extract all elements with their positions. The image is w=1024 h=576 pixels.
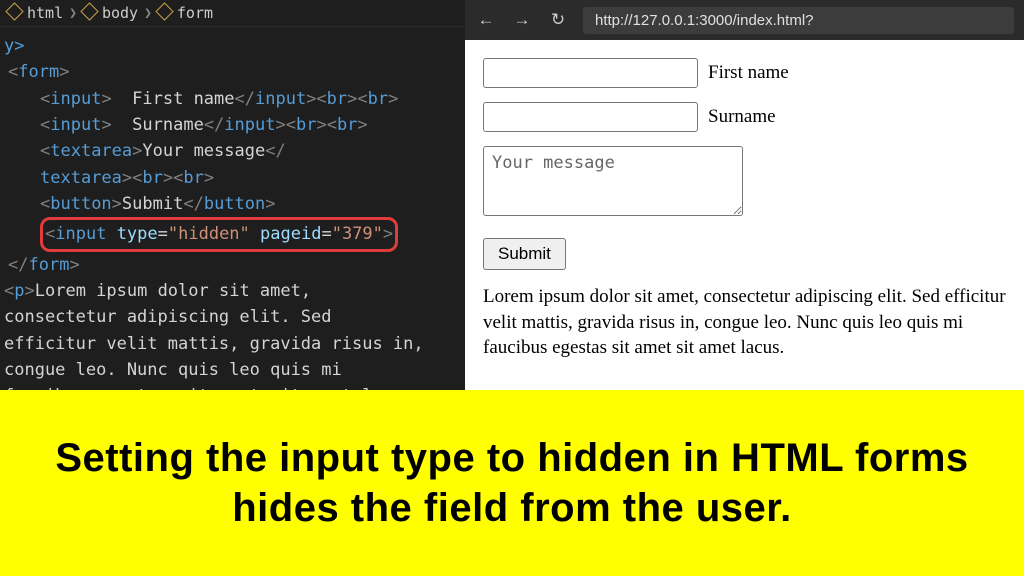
- surname-label: Surname: [708, 106, 776, 128]
- cube-icon: [83, 4, 98, 22]
- submit-button[interactable]: Submit: [483, 238, 566, 270]
- form-row-firstname: First name: [483, 58, 1006, 88]
- cube-icon: [158, 4, 173, 22]
- code-fragment: y>: [4, 36, 24, 56]
- highlighted-line: <input type="hidden" pageid="379">: [4, 217, 461, 251]
- message-textarea[interactable]: [483, 146, 743, 216]
- refresh-icon[interactable]: ↻: [547, 10, 569, 30]
- lorem-paragraph: Lorem ipsum dolor sit amet, consectetur …: [483, 284, 1006, 361]
- forward-icon[interactable]: →: [511, 10, 533, 30]
- caption-banner: Setting the input type to hidden in HTML…: [0, 390, 1024, 576]
- browser-pane: ← → ↻ http://127.0.0.1:3000/index.html? …: [465, 0, 1024, 390]
- surname-input[interactable]: [483, 102, 698, 132]
- caption-text: Setting the input type to hidden in HTML…: [40, 433, 984, 533]
- chevron-right-icon: ❯: [69, 6, 77, 21]
- breadcrumb: html ❯ body ❯ form: [0, 0, 465, 27]
- cube-icon: [8, 4, 23, 22]
- top-split: html ❯ body ❯ form y> <form> <input> Fir…: [0, 0, 1024, 390]
- breadcrumb-item-body[interactable]: body: [83, 4, 138, 22]
- code-area[interactable]: y> <form> <input> First name</input><br>…: [0, 27, 465, 390]
- breadcrumb-item-form[interactable]: form: [158, 4, 213, 22]
- code-editor-pane: html ❯ body ❯ form y> <form> <input> Fir…: [0, 0, 465, 390]
- breadcrumb-item-html[interactable]: html: [8, 4, 63, 22]
- rendered-page: First name Surname Submit Lorem ipsum do…: [465, 40, 1024, 379]
- form-row-surname: Surname: [483, 102, 1006, 132]
- firstname-label: First name: [708, 62, 789, 84]
- address-bar[interactable]: http://127.0.0.1:3000/index.html?: [583, 7, 1014, 34]
- firstname-input[interactable]: [483, 58, 698, 88]
- browser-titlebar: ← → ↻ http://127.0.0.1:3000/index.html?: [465, 0, 1024, 40]
- back-icon[interactable]: ←: [475, 10, 497, 30]
- chevron-right-icon: ❯: [144, 6, 152, 21]
